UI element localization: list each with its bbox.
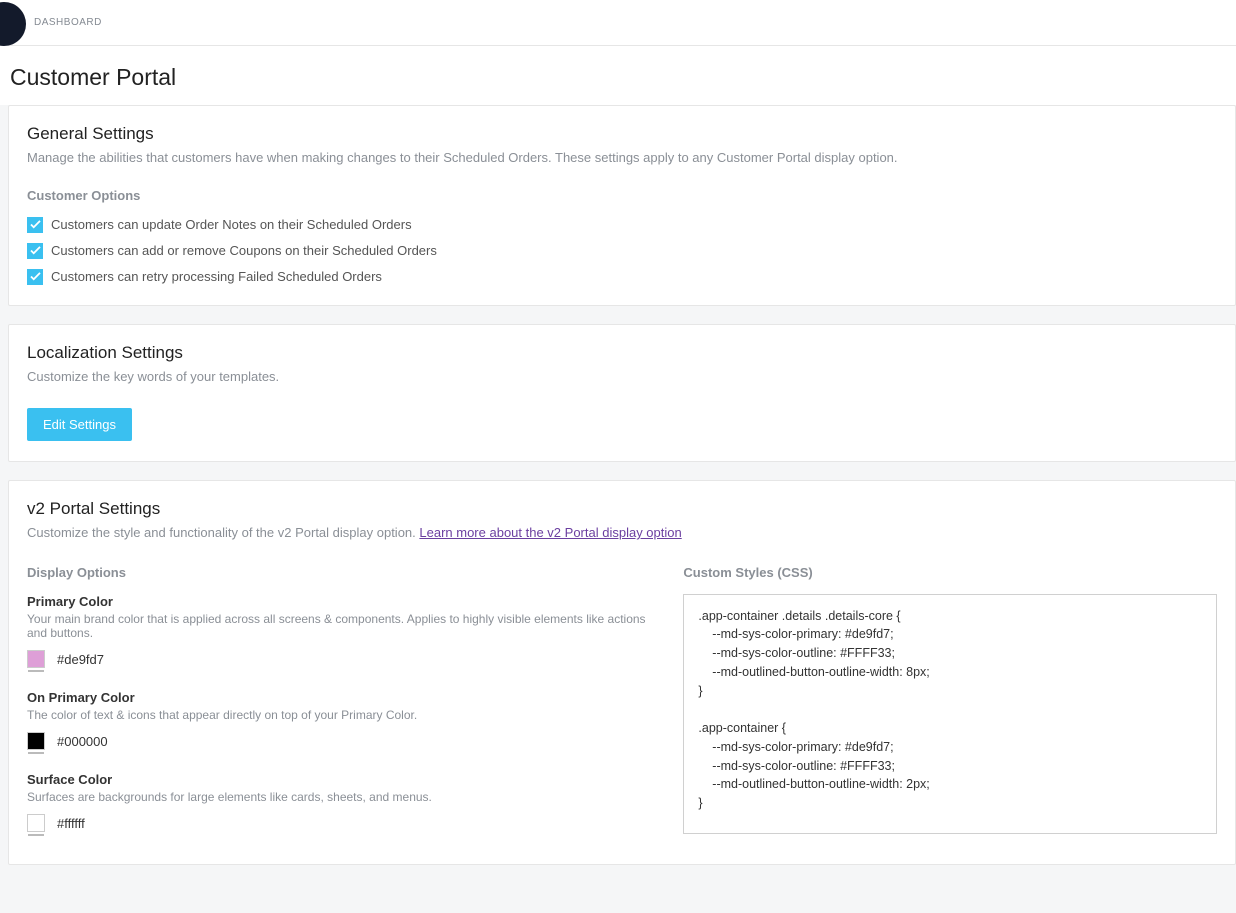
general-settings-card: General Settings Manage the abilities th… xyxy=(8,105,1236,306)
checkbox-icon[interactable] xyxy=(27,269,43,285)
option-label: Customers can update Order Notes on thei… xyxy=(51,217,412,232)
checkbox-icon[interactable] xyxy=(27,243,43,259)
on-primary-color-hex[interactable]: #000000 xyxy=(57,734,108,750)
localization-settings-card: Localization Settings Customize the key … xyxy=(8,324,1236,463)
primary-color-hex[interactable]: #de9fd7 xyxy=(57,652,104,668)
option-retry-failed[interactable]: Customers can retry processing Failed Sc… xyxy=(27,269,1217,285)
page-title: Customer Portal xyxy=(0,46,1236,105)
general-settings-title: General Settings xyxy=(27,124,1217,144)
top-bar: DASHBOARD xyxy=(0,0,1236,46)
primary-color-label: Primary Color xyxy=(27,594,653,609)
option-update-notes[interactable]: Customers can update Order Notes on thei… xyxy=(27,217,1217,233)
custom-styles-label: Custom Styles (CSS) xyxy=(683,565,1217,580)
display-options-label: Display Options xyxy=(27,565,653,580)
logo-icon xyxy=(0,2,26,46)
primary-color-swatch[interactable] xyxy=(27,650,45,668)
option-label: Customers can retry processing Failed Sc… xyxy=(51,269,382,284)
general-settings-subtitle: Manage the abilities that customers have… xyxy=(27,148,1217,168)
surface-color-swatch[interactable] xyxy=(27,814,45,832)
v2-subtitle-text: Customize the style and functionality of… xyxy=(27,525,419,540)
localization-subtitle: Customize the key words of your template… xyxy=(27,367,1217,387)
option-label: Customers can add or remove Coupons on t… xyxy=(51,243,437,258)
v2-subtitle: Customize the style and functionality of… xyxy=(27,523,1217,543)
checkbox-icon[interactable] xyxy=(27,217,43,233)
surface-color-label: Surface Color xyxy=(27,772,653,787)
on-primary-color-label: On Primary Color xyxy=(27,690,653,705)
custom-css-editor[interactable]: .app-container .details .details-core { … xyxy=(683,594,1217,834)
v2-portal-settings-card: v2 Portal Settings Customize the style a… xyxy=(8,480,1236,865)
customer-options-label: Customer Options xyxy=(27,188,1217,203)
breadcrumb[interactable]: DASHBOARD xyxy=(34,17,102,28)
learn-more-link[interactable]: Learn more about the v2 Portal display o… xyxy=(419,525,681,540)
localization-title: Localization Settings xyxy=(27,343,1217,363)
v2-title: v2 Portal Settings xyxy=(27,499,1217,519)
surface-color-hex[interactable]: #ffffff xyxy=(57,816,85,832)
on-primary-color-swatch[interactable] xyxy=(27,732,45,750)
on-primary-color-desc: The color of text & icons that appear di… xyxy=(27,708,653,722)
option-coupons[interactable]: Customers can add or remove Coupons on t… xyxy=(27,243,1217,259)
surface-color-desc: Surfaces are backgrounds for large eleme… xyxy=(27,790,653,804)
primary-color-desc: Your main brand color that is applied ac… xyxy=(27,612,653,640)
edit-settings-button[interactable]: Edit Settings xyxy=(27,408,132,441)
